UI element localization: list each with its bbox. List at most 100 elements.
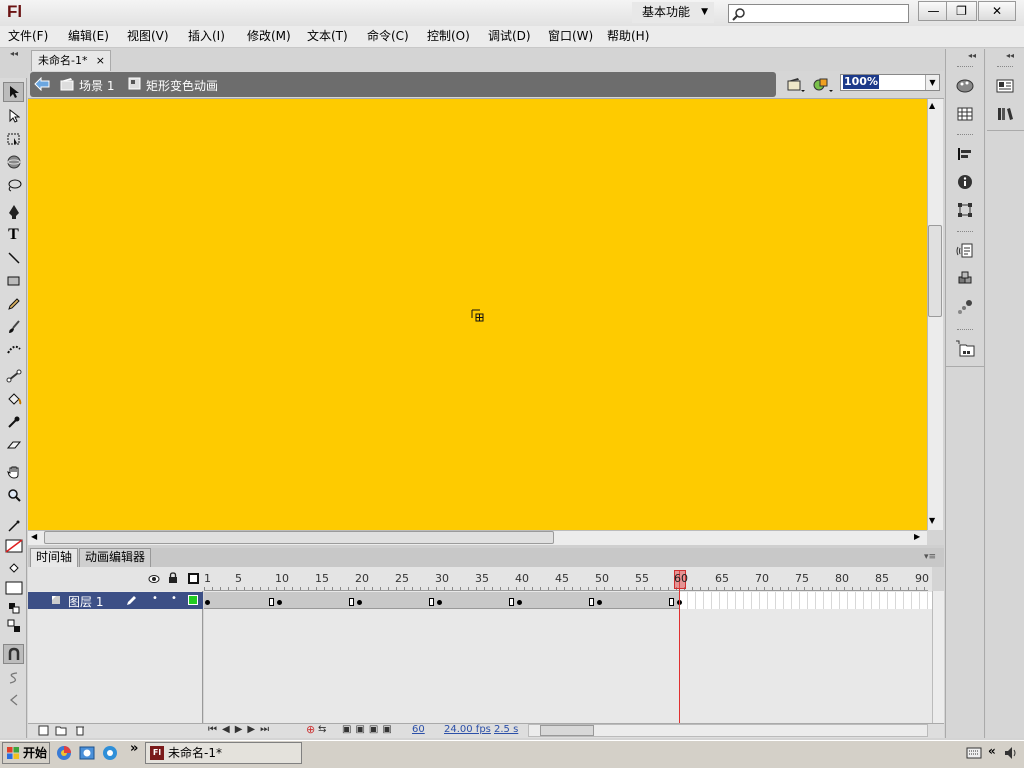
onion-skin-icons[interactable]: ▣▣▣▣ bbox=[342, 724, 396, 735]
color-panel-icon[interactable] bbox=[954, 76, 976, 96]
library-panel-icon[interactable] bbox=[994, 104, 1016, 124]
center-frame-icon[interactable]: ⊕ bbox=[306, 723, 315, 736]
keyboard-icon[interactable] bbox=[966, 747, 982, 762]
scroll-left-icon[interactable]: ◀ bbox=[31, 532, 37, 541]
document-tab[interactable]: 未命名-1* × bbox=[31, 50, 111, 71]
fill-swatch[interactable] bbox=[3, 578, 24, 598]
edit-symbols-icon[interactable] bbox=[812, 76, 834, 97]
layer-name[interactable]: 图层 1 bbox=[68, 593, 103, 610]
playback-controls[interactable]: ⏮◀▶▶⏭ bbox=[208, 724, 274, 735]
explorer-icon[interactable] bbox=[79, 745, 95, 764]
3d-rotation-icon[interactable] bbox=[3, 152, 24, 172]
menu-control[interactable]: 控制(O) bbox=[427, 26, 470, 48]
align-panel-icon[interactable] bbox=[954, 144, 976, 164]
transform-panel-icon[interactable] bbox=[954, 200, 976, 220]
components-panel-icon[interactable] bbox=[954, 269, 976, 289]
panel-menu-icon[interactable]: ▾≡ bbox=[924, 552, 936, 562]
settings-app-icon[interactable] bbox=[102, 745, 118, 764]
frames-area[interactable] bbox=[204, 591, 932, 723]
free-transform-icon[interactable] bbox=[3, 129, 24, 149]
pencil-icon[interactable] bbox=[3, 294, 24, 314]
tab-motion-editor[interactable]: 动画编辑器 bbox=[79, 548, 152, 567]
straighten-icon[interactable] bbox=[3, 690, 24, 710]
menu-file[interactable]: 文件(F) bbox=[8, 26, 48, 48]
close-button[interactable]: ✕ bbox=[978, 1, 1016, 21]
dock-grip[interactable] bbox=[957, 66, 973, 69]
bone-icon[interactable] bbox=[3, 366, 24, 386]
text-icon[interactable]: T bbox=[3, 225, 24, 245]
keyframe[interactable] bbox=[597, 600, 602, 605]
menu-edit[interactable]: 编辑(E) bbox=[68, 26, 109, 48]
fps-display[interactable]: 24.00 fps bbox=[444, 724, 491, 735]
zoom-select[interactable]: 100% ▼ bbox=[840, 74, 940, 91]
scroll-right-icon[interactable]: ▶ bbox=[914, 532, 920, 541]
empty-frames[interactable] bbox=[680, 592, 932, 609]
scroll-down-icon[interactable]: ▼ bbox=[929, 516, 935, 525]
scroll-up-icon[interactable]: ▲ bbox=[929, 101, 935, 110]
pen-icon[interactable] bbox=[3, 202, 24, 222]
new-layer-icon[interactable] bbox=[38, 725, 49, 739]
default-colors-icon[interactable] bbox=[3, 598, 24, 618]
chevron-down-icon[interactable]: ▼ bbox=[925, 75, 939, 90]
collapse-toolbar-icon[interactable]: ◂◂ bbox=[0, 49, 28, 59]
lock-dot[interactable]: • bbox=[171, 593, 177, 604]
info-panel-icon[interactable] bbox=[954, 172, 976, 192]
visibility-dot[interactable]: • bbox=[152, 593, 158, 604]
menu-debug[interactable]: 调试(D) bbox=[488, 26, 531, 48]
outline-icon[interactable] bbox=[188, 573, 199, 584]
line-icon[interactable] bbox=[3, 248, 24, 268]
loop-icon[interactable]: ⇆ bbox=[318, 724, 326, 735]
collapse-dock-icon[interactable]: ◂◂ bbox=[1006, 51, 1014, 60]
smooth-icon[interactable] bbox=[3, 668, 24, 688]
delete-layer-icon[interactable] bbox=[75, 725, 85, 739]
timeline-vertical-scrollbar[interactable] bbox=[932, 591, 944, 723]
zoom-icon[interactable] bbox=[3, 485, 24, 505]
paint-bucket-icon[interactable] bbox=[3, 389, 24, 409]
minimize-button[interactable]: — bbox=[918, 1, 949, 21]
layer-row[interactable]: 图层 1 • • bbox=[28, 592, 203, 609]
timeline-scroll-thumb[interactable] bbox=[540, 725, 594, 736]
snap-icon[interactable] bbox=[3, 644, 24, 664]
menu-help[interactable]: 帮助(H) bbox=[607, 26, 649, 48]
stroke-swatch[interactable] bbox=[3, 536, 24, 556]
hand-icon[interactable] bbox=[3, 462, 24, 482]
horizontal-scroll-thumb[interactable] bbox=[44, 531, 554, 544]
collapse-dock-icon[interactable]: ◂◂ bbox=[968, 51, 976, 60]
vertical-scroll-thumb[interactable] bbox=[928, 225, 942, 317]
keyframe[interactable] bbox=[437, 600, 442, 605]
eyedropper-icon[interactable] bbox=[3, 412, 24, 432]
menu-text[interactable]: 文本(T) bbox=[307, 26, 348, 48]
motion-presets-icon[interactable] bbox=[954, 297, 976, 317]
dock-grip[interactable] bbox=[957, 134, 973, 137]
lasso-icon[interactable] bbox=[3, 175, 24, 195]
keyframe[interactable] bbox=[205, 600, 210, 605]
rectangle-icon[interactable] bbox=[3, 271, 24, 291]
current-frame-display[interactable]: 60 bbox=[412, 724, 425, 735]
layer-outline-swatch[interactable] bbox=[188, 595, 198, 605]
keyframe[interactable] bbox=[517, 600, 522, 605]
restore-button[interactable]: ❐ bbox=[946, 1, 977, 21]
workspace-switcher[interactable]: 基本功能 ▼ bbox=[632, 2, 714, 23]
project-panel-icon[interactable] bbox=[954, 339, 976, 359]
fill-color-icon[interactable] bbox=[3, 558, 24, 578]
start-button[interactable]: 开始 bbox=[2, 742, 50, 764]
edit-scene-icon[interactable] bbox=[786, 76, 806, 97]
elapsed-time-display[interactable]: 2.5 s bbox=[494, 724, 518, 735]
menu-window[interactable]: 窗口(W) bbox=[548, 26, 593, 48]
back-arrow-icon[interactable] bbox=[34, 76, 50, 94]
browser-icon[interactable] bbox=[56, 745, 72, 764]
quick-launch-more[interactable]: » bbox=[130, 741, 138, 756]
scene-breadcrumb[interactable]: 场景 1 bbox=[79, 77, 114, 94]
properties-panel-icon[interactable] bbox=[994, 76, 1016, 96]
deco-icon[interactable] bbox=[3, 340, 24, 360]
tab-timeline[interactable]: 时间轴 bbox=[30, 548, 79, 567]
selection-icon[interactable] bbox=[3, 82, 24, 102]
swap-colors-icon[interactable] bbox=[3, 616, 24, 636]
tray-expand-icon[interactable]: « bbox=[988, 744, 996, 758]
search-input[interactable] bbox=[728, 4, 909, 23]
brush-icon[interactable] bbox=[3, 317, 24, 337]
swatches-panel-icon[interactable] bbox=[954, 104, 976, 124]
subselection-icon[interactable] bbox=[3, 106, 24, 126]
eraser-icon[interactable] bbox=[3, 435, 24, 455]
dock-grip[interactable] bbox=[957, 231, 973, 234]
